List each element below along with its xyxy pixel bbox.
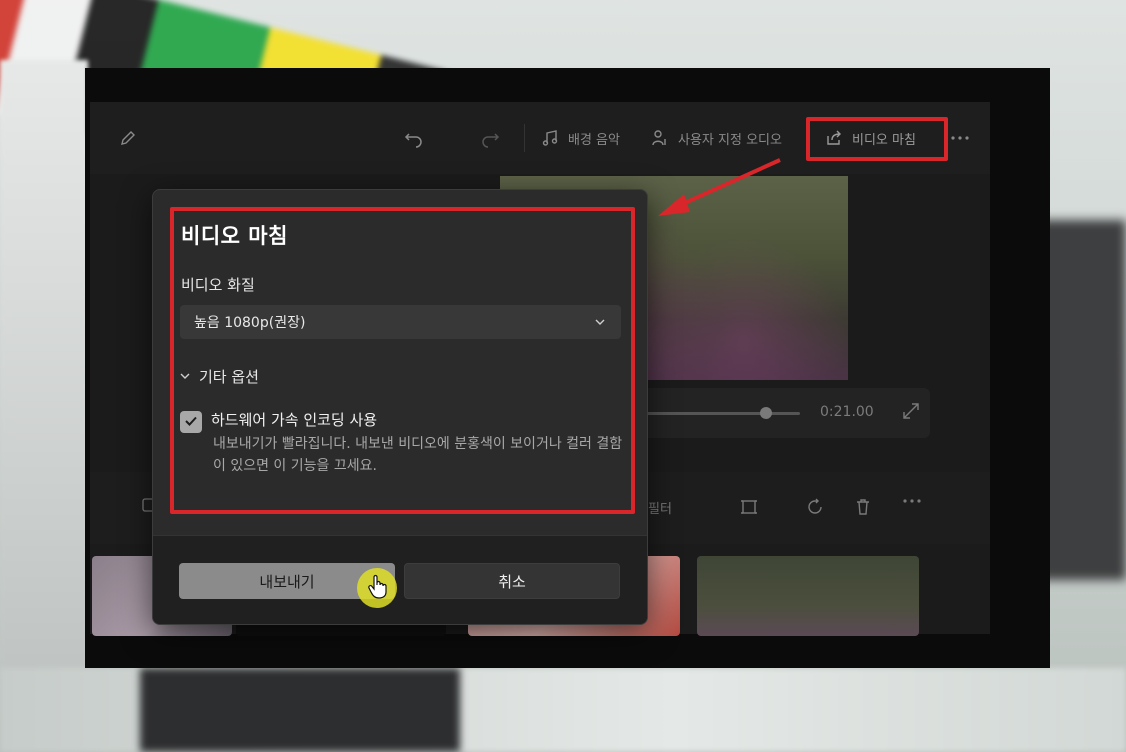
person-audio-icon xyxy=(650,128,670,148)
filter-button[interactable]: 필터 xyxy=(648,498,672,517)
mouse-cursor xyxy=(357,568,399,610)
redo-button[interactable] xyxy=(480,124,500,152)
background-music-label: 배경 음악 xyxy=(568,132,620,148)
custom-audio-button[interactable]: 사용자 지정 오디오 xyxy=(650,124,782,152)
custom-audio-label: 사용자 지정 오디오 xyxy=(678,132,782,148)
background-music-button[interactable]: 배경 음악 xyxy=(540,124,620,152)
scrub-handle[interactable] xyxy=(760,407,772,419)
finish-button-highlight-box xyxy=(806,117,948,161)
redo-icon xyxy=(480,128,500,148)
filter-label: 필터 xyxy=(648,502,672,517)
background-bottom-shape xyxy=(140,668,460,752)
clip-thumbnail[interactable] xyxy=(697,556,919,636)
toolbar-more-button[interactable] xyxy=(950,124,970,152)
rotate-icon[interactable] xyxy=(806,498,824,516)
rename-button[interactable] xyxy=(118,124,138,152)
trash-icon[interactable] xyxy=(854,498,872,516)
crop-icon[interactable] xyxy=(740,498,758,516)
toolbar-divider xyxy=(524,124,525,152)
storyboard-more-icon[interactable] xyxy=(902,498,922,504)
background-left-edge xyxy=(0,60,88,680)
hand-cursor-icon xyxy=(368,574,387,599)
playback-time: 0:21.00 xyxy=(820,404,874,420)
annotation-arrow xyxy=(658,158,781,216)
fullscreen-icon[interactable] xyxy=(902,402,922,422)
more-icon xyxy=(950,128,970,148)
cancel-button[interactable]: 취소 xyxy=(404,563,620,599)
pencil-icon xyxy=(118,128,138,148)
undo-button[interactable] xyxy=(404,124,424,152)
undo-icon xyxy=(404,128,424,148)
music-note-icon xyxy=(540,128,560,148)
dialog-highlight-box xyxy=(170,207,635,514)
